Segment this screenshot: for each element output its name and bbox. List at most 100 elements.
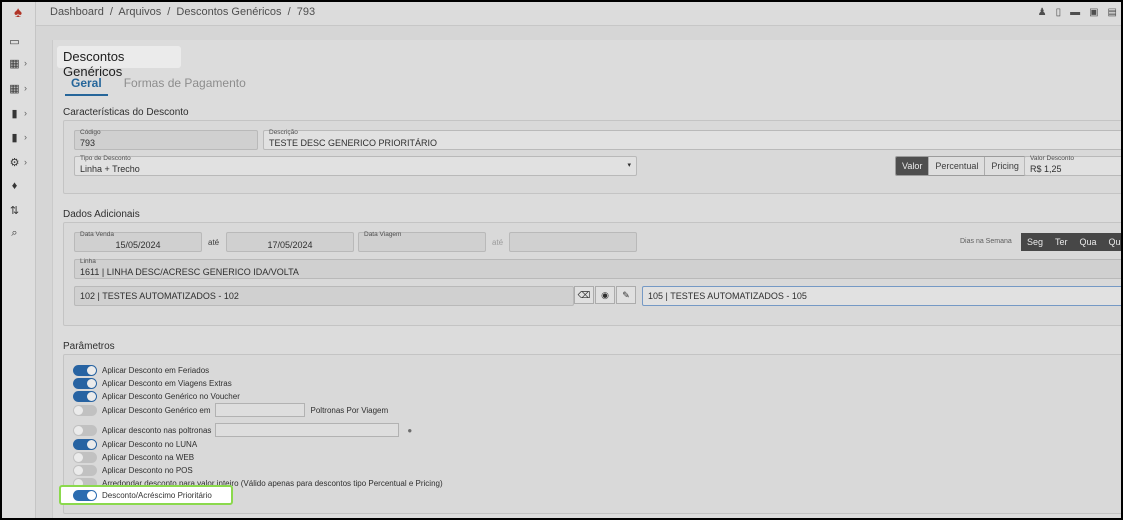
section-parametros-title: Parâmetros — [63, 341, 115, 352]
trecho-origem-field[interactable]: 102 | TESTES AUTOMATIZADOS - 102 — [74, 286, 574, 306]
bell-icon: ♦ — [11, 180, 18, 192]
tab-geral[interactable]: Geral — [65, 76, 108, 96]
param-prioritario-highlight: Desconto/Acréscimo Prioritário — [59, 485, 233, 505]
card-icon[interactable]: ▬ — [1070, 7, 1080, 18]
page-title: Descontos Genéricos — [57, 46, 181, 79]
descricao-value: TESTE DESC GENERICO PRIORITÁRIO — [269, 138, 438, 148]
tab-formas-pagamento[interactable]: Formas de Pagamento — [118, 76, 252, 96]
trecho-destino-field[interactable]: 105 | TESTES AUTOMATIZADOS - 105 — [642, 286, 1121, 306]
sidebar-item-relatorios[interactable]: ▮ › — [8, 128, 34, 146]
data-viagem-to-field[interactable] — [509, 232, 637, 252]
main-content: Descontos Genéricos Geral Formas de Paga… — [52, 40, 1121, 518]
param-voucher-label: Aplicar Desconto Genérico no Voucher — [102, 391, 240, 401]
poltronas-viagem-input[interactable] — [214, 403, 305, 417]
param-viagens-extras-label: Aplicar Desconto em Viagens Extras — [102, 378, 232, 388]
valor-desconto-label: Valor Desconto — [1030, 155, 1074, 162]
eye-icon: ◉ — [601, 290, 609, 300]
dias-semana-buttons: Seg Ter Qua Qui — [1021, 233, 1121, 251]
toggle-viagens-extras[interactable] — [73, 377, 97, 389]
day-ter[interactable]: Ter — [1049, 233, 1074, 251]
linha-field[interactable]: Linha 1611 | LINHA DESC/ACRESC GENERICO … — [74, 258, 1121, 279]
codigo-field[interactable]: Código 793 — [74, 129, 258, 150]
gears-icon: ⚙ — [9, 156, 20, 169]
ate-label-2: até — [492, 238, 504, 247]
sidebar-item-sync[interactable]: ⇅ — [8, 201, 34, 219]
day-qui[interactable]: Qui — [1103, 233, 1121, 251]
data-venda-label: Data Venda — [80, 231, 114, 238]
poltronas-input[interactable] — [215, 423, 400, 437]
info-icon[interactable]: ● — [407, 426, 412, 435]
chevron-right-icon: › — [24, 83, 27, 93]
sidebar-item-dashboard[interactable]: ▭ — [8, 32, 34, 50]
grid-icon: ▦ — [9, 82, 20, 95]
param-feriados: Aplicar Desconto em Feriados — [73, 364, 209, 376]
breadcrumb-arquivos[interactable]: Arquivos — [118, 6, 161, 18]
valor-desconto-value: R$ 1,25 — [1030, 164, 1062, 174]
edit-button[interactable]: ✎ — [616, 286, 636, 304]
top-icons: ♟ ▯ ▬ ▣ ▤ — [1038, 7, 1117, 18]
valor-button[interactable]: Valor — [896, 157, 930, 175]
data-venda-to-field[interactable]: 17/05/2024 — [226, 232, 354, 252]
tipo-desconto-select[interactable]: Tipo de Desconto Linha + Trecho ▾ — [74, 155, 637, 176]
data-venda-from-value: 15/05/2024 — [115, 240, 161, 250]
descricao-label: Descrição — [269, 129, 298, 136]
param-feriados-label: Aplicar Desconto em Feriados — [102, 365, 210, 375]
file-icon: ▮ — [11, 107, 18, 120]
sidebar-item-cadastros[interactable]: ▦ › — [8, 54, 34, 72]
eraser-button[interactable]: ⌫ — [574, 286, 594, 304]
sidebar-item-grid[interactable]: ▦ › — [8, 79, 34, 97]
breadcrumb-separator: / — [167, 6, 171, 18]
param-poltronas-viagem-suffix: Poltronas Por Viagem — [310, 405, 389, 415]
codigo-label: Código — [80, 129, 101, 136]
day-qua[interactable]: Qua — [1074, 233, 1103, 251]
breadcrumb-separator: / — [109, 6, 113, 18]
breadcrumb-current: 793 — [296, 6, 316, 18]
toggle-feriados[interactable] — [73, 364, 97, 376]
percentual-button[interactable]: Percentual — [929, 157, 986, 175]
param-voucher: Aplicar Desconto Genérico no Voucher — [73, 390, 240, 402]
topbar: Dashboard / Arquivos / Descontos Genéric… — [36, 2, 1121, 26]
sidebar-item-notifications[interactable]: ♦ — [8, 177, 34, 195]
breadcrumb-dashboard[interactable]: Dashboard — [50, 6, 104, 18]
mobile-icon[interactable]: ▯ — [1056, 7, 1062, 18]
ate-label: até — [208, 238, 220, 247]
sidebar-item-search[interactable]: ⌕ — [8, 224, 34, 242]
sidebar-item-arquivos[interactable]: ▮ › — [8, 104, 34, 122]
tipo-desconto-value: Linha + Trecho — [80, 164, 140, 174]
save-icon[interactable]: ▣ — [1089, 7, 1098, 18]
sidebar-item-config[interactable]: ⚙ › — [8, 153, 34, 171]
brand-logo-icon[interactable]: ♠ — [10, 5, 26, 21]
param-web: Aplicar Desconto na WEB — [73, 451, 194, 463]
toggle-voucher[interactable] — [73, 390, 97, 402]
data-venda-from-field[interactable]: Data Venda 15/05/2024 — [74, 231, 202, 252]
dias-semana-label: Dias na Semana — [960, 238, 1012, 245]
valor-desconto-field[interactable]: Valor Desconto R$ 1,25 — [1024, 155, 1121, 176]
toggle-prioritario[interactable] — [73, 489, 97, 501]
codigo-value: 793 — [80, 138, 96, 148]
param-prioritario-label: Desconto/Acréscimo Prioritário — [102, 490, 212, 500]
param-luna: Aplicar Desconto no LUNA — [73, 438, 197, 450]
toggle-pos[interactable] — [73, 464, 97, 476]
table-icon: ▦ — [9, 57, 20, 70]
param-pos: Aplicar Desconto no POS — [73, 464, 193, 476]
pricing-button[interactable]: Pricing — [985, 157, 1025, 175]
chevron-right-icon: › — [24, 58, 27, 68]
toggle-luna[interactable] — [73, 438, 97, 450]
users-icon[interactable]: ♟ — [1038, 7, 1047, 18]
toggle-poltronas[interactable] — [73, 424, 97, 436]
app-frame: ♠ ▭ ▦ › ▦ › ▮ › ▮ › ⚙ › ♦ ⇅ ⌕ Dashboard / Arq… — [2, 2, 1121, 518]
panel-icon[interactable]: ▤ — [1108, 7, 1117, 18]
day-seg[interactable]: Seg — [1021, 233, 1049, 251]
chevron-right-icon: › — [24, 157, 27, 167]
tipo-desconto-label: Tipo de Desconto — [80, 155, 131, 162]
toggle-web[interactable] — [73, 451, 97, 463]
data-viagem-from-field[interactable]: Data Viagem — [358, 231, 486, 252]
toggle-poltronas-viagem[interactable] — [73, 404, 97, 416]
param-poltronas-viagem-label: Aplicar Desconto Genérico em — [102, 405, 211, 415]
breadcrumb-descontos[interactable]: Descontos Genéricos — [176, 6, 281, 18]
sync-icon: ⇅ — [9, 204, 20, 217]
descricao-field[interactable]: Descrição TESTE DESC GENERICO PRIORITÁRI… — [263, 129, 1121, 150]
view-button[interactable]: ◉ — [595, 286, 615, 304]
chevron-right-icon: › — [24, 132, 27, 142]
caret-down-icon: ▾ — [627, 162, 631, 169]
